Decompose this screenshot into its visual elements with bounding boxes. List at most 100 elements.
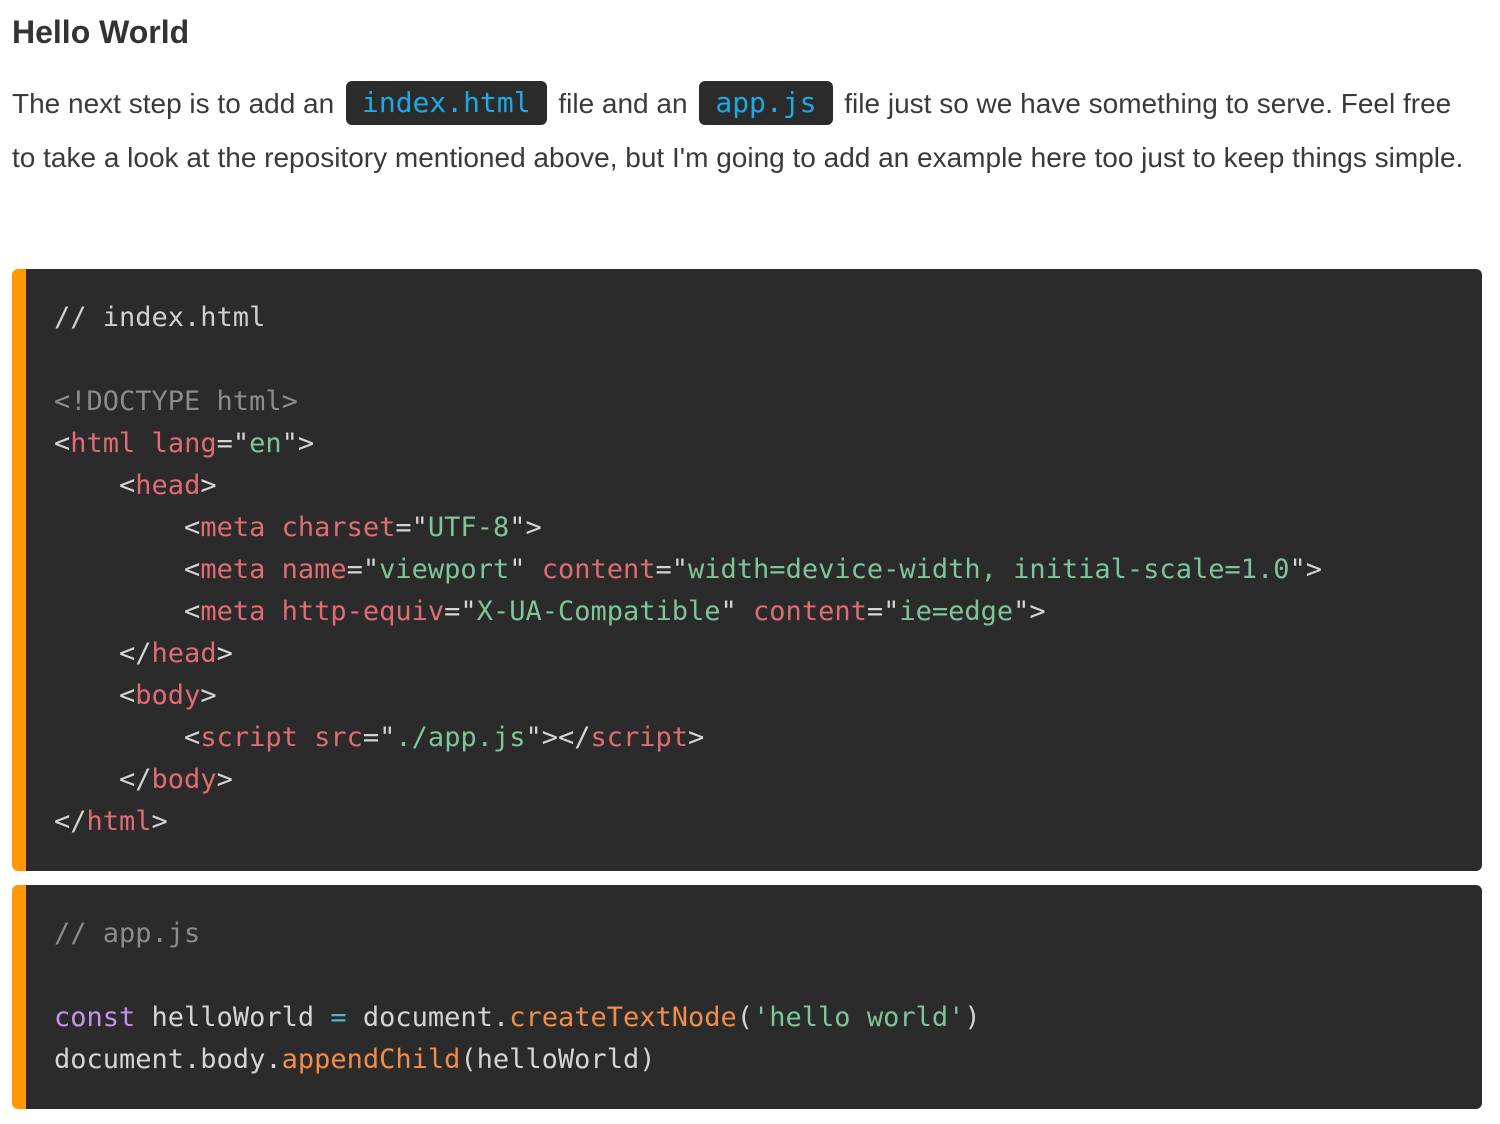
code-token-punct: =" — [362, 722, 396, 753]
code-token-punct: > — [216, 764, 233, 795]
code-line: // app.js — [54, 913, 1482, 955]
code-token-punct: > — [151, 806, 168, 837]
code-token-punct: < — [184, 722, 201, 753]
code-token-func: appendChild — [281, 1044, 461, 1075]
code-token-attr: http-equiv — [281, 596, 445, 627]
code-token-str: ./app.js — [395, 722, 526, 753]
code-line: document.body.appendChild(helloWorld) — [54, 1039, 1482, 1081]
code-token-punct: > — [200, 470, 217, 501]
code-token-keyword: const — [54, 1002, 136, 1033]
code-token-plain: ) — [964, 1002, 981, 1033]
code-token-str: X-UA-Compatible — [476, 596, 721, 627]
code-token-punct: =" — [346, 554, 380, 585]
code-token-tag: html — [70, 428, 136, 459]
code-token-tag: script — [200, 722, 298, 753]
code-token-punct: " — [720, 596, 754, 627]
code-token-str: en — [249, 428, 282, 459]
code-token-punct: =" — [216, 428, 250, 459]
code-token-punct: =" — [395, 512, 428, 543]
code-token-comment-dim: // app.js — [54, 918, 201, 949]
code-token-tag: body — [135, 680, 201, 711]
code-token-attr: src — [314, 722, 363, 753]
code-token-tag: head — [135, 470, 201, 501]
code-token-tag: html — [86, 806, 152, 837]
code-line: <html lang="en"> — [54, 423, 1482, 465]
code-token-attr: content — [541, 554, 656, 585]
code-token-punct: "> — [509, 512, 542, 543]
code-token-str: UTF-8 — [427, 512, 510, 543]
code-token-op: = — [330, 1002, 347, 1033]
code-token-punct: > — [688, 722, 705, 753]
code-token-punct: < — [184, 554, 201, 585]
code-token-punct: </ — [54, 806, 87, 837]
paragraph-text-1: The next step is to add an — [12, 88, 342, 119]
code-token-comment: // index.html — [54, 302, 266, 333]
code-token-str: 'hello world' — [753, 1002, 965, 1033]
code-token-str: width=device-width, initial-scale=1.0 — [688, 554, 1290, 585]
code-line: </body> — [54, 759, 1482, 801]
inline-code-index-html: index.html — [345, 81, 547, 125]
code-line: <!DOCTYPE html> — [54, 381, 1482, 423]
code-line: <head> — [54, 465, 1482, 507]
code-token-punct: </ — [119, 764, 152, 795]
article-heading: Hello World — [12, 14, 190, 50]
code-token-tag: body — [151, 764, 217, 795]
code-token-punct: < — [184, 596, 201, 627]
code-block-index-html: // index.html <!DOCTYPE html> <html lang="… — [12, 269, 1482, 871]
code-token-tag: head — [151, 638, 217, 669]
code-token-punct: =" — [655, 554, 689, 585]
code-token-attr: name — [281, 554, 347, 585]
code-token-func: createTextNode — [509, 1002, 737, 1033]
code-token-punct: > — [216, 638, 233, 669]
code-token-tag: script — [590, 722, 689, 753]
code-line: </html> — [54, 801, 1482, 843]
code-token-plain: document.body. — [54, 1044, 282, 1075]
code-block-app-js: // app.js const helloWorld = document.cre… — [12, 885, 1482, 1109]
code-token-punct: < — [184, 512, 201, 543]
code-token-attr: lang — [151, 428, 217, 459]
code-token-punct: =" — [866, 596, 900, 627]
code-token-attr: content — [753, 596, 867, 627]
code-token-punct: "> — [1013, 596, 1046, 627]
code-token-punct: " — [509, 554, 542, 585]
code-token-punct: < — [119, 470, 136, 501]
code-token-punct: "> — [281, 428, 315, 459]
code-content: // app.js const helloWorld = document.cre… — [26, 885, 1482, 1081]
code-token-punct: "></ — [525, 722, 591, 753]
intro-paragraph: The next step is to add an index.html fi… — [12, 77, 1482, 185]
code-line: <meta http-equiv="X-UA-Compatible" conte… — [54, 591, 1482, 633]
code-token-punct: =" — [444, 596, 477, 627]
code-token-punct: < — [54, 428, 71, 459]
code-line: <script src="./app.js"></script> — [54, 717, 1482, 759]
code-token-punct: </ — [119, 638, 152, 669]
code-token-tag: meta — [200, 512, 266, 543]
code-token-doctype: <!DOCTYPE html> — [54, 386, 298, 417]
code-line: <meta charset="UTF-8"> — [54, 507, 1482, 549]
code-token-str: ie=edge — [899, 596, 1014, 627]
code-token-plain: ( — [736, 1002, 754, 1033]
code-line: const helloWorld = document.createTextNo… — [54, 997, 1482, 1039]
code-line: <body> — [54, 675, 1482, 717]
code-line: <meta name="viewport" content="width=dev… — [54, 549, 1482, 591]
code-token-punct: "> — [1289, 554, 1322, 585]
code-token-str: viewport — [379, 554, 510, 585]
code-content: // index.html <!DOCTYPE html> <html lang="… — [26, 269, 1482, 843]
code-token-tag: meta — [200, 554, 266, 585]
inline-code-app-js: app.js — [699, 81, 833, 125]
paragraph-text-2: file and an — [550, 88, 696, 119]
code-token-tag: meta — [200, 596, 266, 627]
code-token-punct: < — [119, 680, 136, 711]
